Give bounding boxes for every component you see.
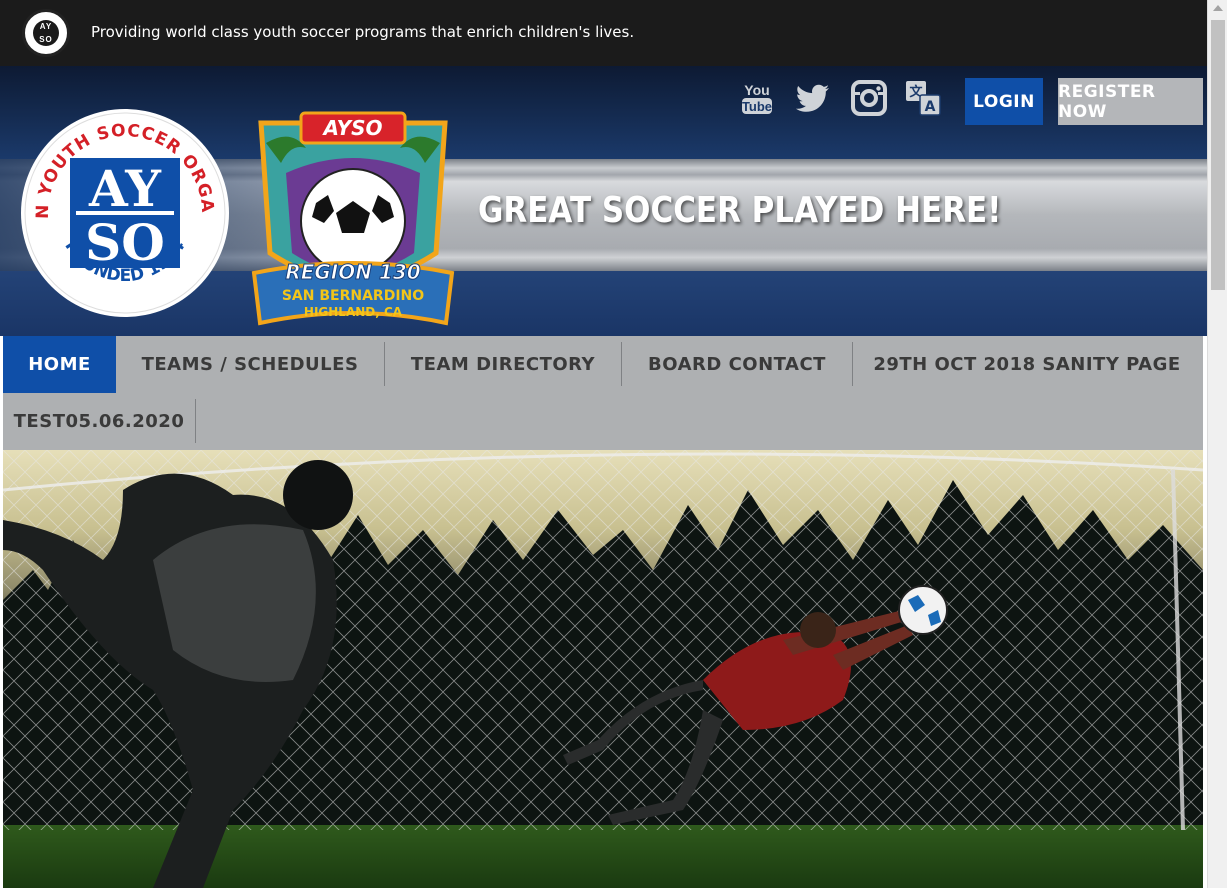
ayso-small-logo-mark: AY SO [33, 20, 59, 46]
region-130-logo[interactable]: AYSO REGION 130 SAN BERNARDINO HIGHLAND,… [246, 103, 460, 329]
nav-item-teams-schedules[interactable]: TEAMS / SCHEDULES [116, 336, 384, 393]
youtube-icon[interactable]: You Tube [739, 80, 775, 116]
nav-divider [195, 399, 196, 443]
instagram-icon[interactable] [851, 80, 887, 116]
svg-text:Tube: Tube [742, 99, 772, 114]
nav-item-board-contact[interactable]: BOARD CONTACT [622, 336, 852, 393]
nav-item-team-directory[interactable]: TEAM DIRECTORY [385, 336, 621, 393]
svg-text:SO: SO [85, 213, 165, 272]
page-scrollbar[interactable] [1207, 0, 1227, 888]
scrollbar-thumb[interactable] [1211, 20, 1225, 290]
register-now-button[interactable]: REGISTER NOW [1058, 78, 1203, 125]
nav-item-home[interactable]: HOME [3, 336, 116, 393]
nav-item-test-page[interactable]: TEST05.06.2020 [3, 393, 195, 450]
ayso-small-logo[interactable]: AY SO [22, 9, 70, 57]
svg-text:REGION 130: REGION 130 [285, 260, 420, 284]
svg-text:HIGHLAND, CA: HIGHLAND, CA [304, 305, 403, 319]
nav-item-sanity-page[interactable]: 29TH OCT 2018 SANITY PAGE [853, 336, 1201, 393]
hero-image [3, 450, 1203, 888]
top-bar: AY SO Providing world class youth soccer … [0, 0, 1207, 66]
scroll-up-arrow-icon[interactable] [1213, 5, 1223, 11]
login-button[interactable]: LOGIN [965, 78, 1043, 125]
headline: GREAT SOCCER PLAYED HERE! [478, 190, 1002, 231]
svg-text:A: A [925, 99, 936, 115]
site-header: AMERICAN YOUTH SOCCER ORGANIZATION FOUND… [0, 66, 1207, 336]
tagline: Providing world class youth soccer progr… [91, 23, 635, 41]
hero-soccer-scene [3, 450, 1203, 888]
svg-text:AY: AY [88, 159, 162, 218]
svg-text:AYSO: AYSO [321, 116, 382, 140]
svg-text:SAN BERNARDINO: SAN BERNARDINO [282, 288, 424, 304]
svg-text:You: You [744, 82, 769, 98]
translate-icon[interactable]: 文A [905, 80, 941, 116]
twitter-icon[interactable] [795, 80, 831, 116]
ayso-logo[interactable]: AMERICAN YOUTH SOCCER ORGANIZATION FOUND… [20, 108, 230, 318]
main-nav: HOME TEAMS / SCHEDULES TEAM DIRECTORY BO… [3, 336, 1203, 450]
